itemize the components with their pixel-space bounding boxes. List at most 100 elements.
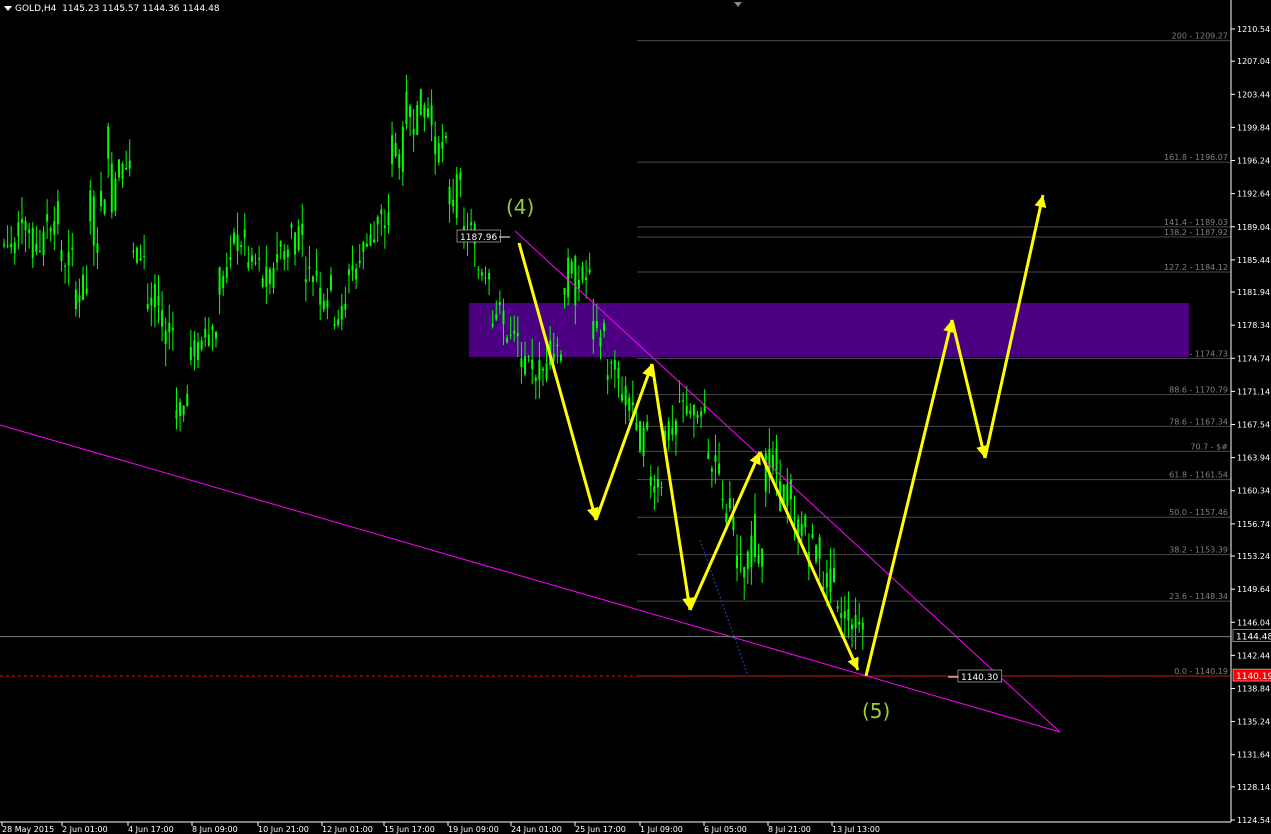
candle-body [64,265,67,267]
candle-body [301,223,304,235]
symbol-header[interactable]: GOLD,H4 1145.23 1145.57 1144.36 1144.48 [4,4,220,14]
candle-body [179,402,182,417]
candle-body [60,249,63,261]
candle-body [484,277,487,279]
candle-body [854,615,857,629]
candle-body [376,216,379,225]
candle-body [85,288,88,294]
candle-body [757,555,760,564]
candle-body [736,555,739,569]
y-tick-label: 1153.24 [1237,552,1270,561]
candle-body [347,269,350,276]
y-tick-label: 1189.04 [1237,223,1270,232]
candle-body [610,362,613,364]
candle-body [423,105,426,118]
candle-body [312,276,315,282]
candle-body [707,452,710,459]
candle-body [441,141,444,149]
candle-body [286,249,289,258]
candle-body [279,241,282,247]
candle-body [380,209,383,215]
candle-body [114,178,117,211]
candle-body [405,91,408,125]
y-tick-label: 1163.94 [1237,454,1270,463]
candle-body [764,453,767,492]
candle-body [373,239,376,243]
wave-4-label: (4) [506,195,534,219]
supply-zone-rect[interactable] [469,303,1189,357]
y-tick-label: 1131.64 [1237,751,1270,760]
candle-body [243,229,246,238]
candle-body [46,214,49,222]
candle-body [750,535,753,568]
candle-body [653,486,656,493]
x-tick-label: 1 Jul 09:00 [640,825,683,834]
candle-body [818,537,821,559]
candle-body [628,397,631,411]
candle-body [236,234,239,252]
candle-body [495,314,498,320]
ohlc-values: 1145.23 1145.57 1144.36 1144.48 [62,4,220,14]
candle-body [588,269,591,273]
candle-body [398,154,401,168]
candle-body [265,266,268,287]
x-tick-label: 25 Jun 17:00 [575,825,626,834]
candle-body [430,105,433,125]
candle-body [444,136,447,139]
candle-body [574,256,577,306]
candle-body [24,221,27,231]
fib-label: 161.8 - 1196.07 [1164,153,1228,162]
candle-body [10,243,13,248]
candle-body [635,422,638,431]
y-tick-label: 1178.34 [1237,321,1270,330]
candle-body [333,324,336,327]
dropdown-arrow-icon[interactable] [4,6,12,11]
candle-body [696,414,699,418]
candle-body [157,295,160,306]
candle-body [656,478,659,488]
fib-label: 88.6 - 1170.79 [1169,386,1228,395]
candle-body [135,247,138,263]
candle-body [82,274,85,301]
candle-body [721,498,724,501]
candle-body [168,322,171,333]
candle-body [261,278,264,287]
candle-body [538,360,541,381]
candle-body [527,356,530,358]
x-tick-label: 15 Jun 17:00 [384,825,435,834]
candle-body [232,232,235,244]
y-tick-label: 1138.84 [1237,684,1270,693]
candle-body [498,301,501,306]
candle-body [329,275,332,291]
candle-body [455,174,458,218]
x-tick-label: 10 Jun 21:00 [258,825,309,834]
candle-body [825,572,828,588]
candle-body [53,221,56,235]
candle-body [31,227,34,258]
candle-body [804,515,807,528]
candle-body [559,354,562,361]
candle-body [204,328,207,338]
fib-label: 23.6 - 1148.34 [1169,592,1228,601]
candle-body [592,321,595,340]
candle-body [642,427,645,457]
x-tick-label: 12 Jun 01:00 [322,825,373,834]
candle-body [401,126,404,172]
candle-body [689,410,692,415]
candle-body [107,126,110,159]
candle-body [254,262,257,264]
candle-body [815,545,818,562]
candle-body [506,337,509,343]
candle-body [624,386,627,406]
y-tick-label: 1156.74 [1237,520,1270,529]
y-tick-label: 1203.44 [1237,90,1270,99]
candle-body [394,142,397,157]
fib-label: 141.4 - 1189.03 [1164,218,1228,227]
candle-body [247,262,250,269]
fib-label: 70.7 - $# [1190,442,1228,451]
price-chart[interactable]: 200 - 1209.27 161.8 - 1196.07 141.4 - 1189… [0,0,1271,834]
candle-body [613,359,616,370]
candle-body [283,251,286,260]
y-tick-label: 1149.64 [1237,585,1270,594]
x-tick-label: 19 Jun 09:00 [448,825,499,834]
